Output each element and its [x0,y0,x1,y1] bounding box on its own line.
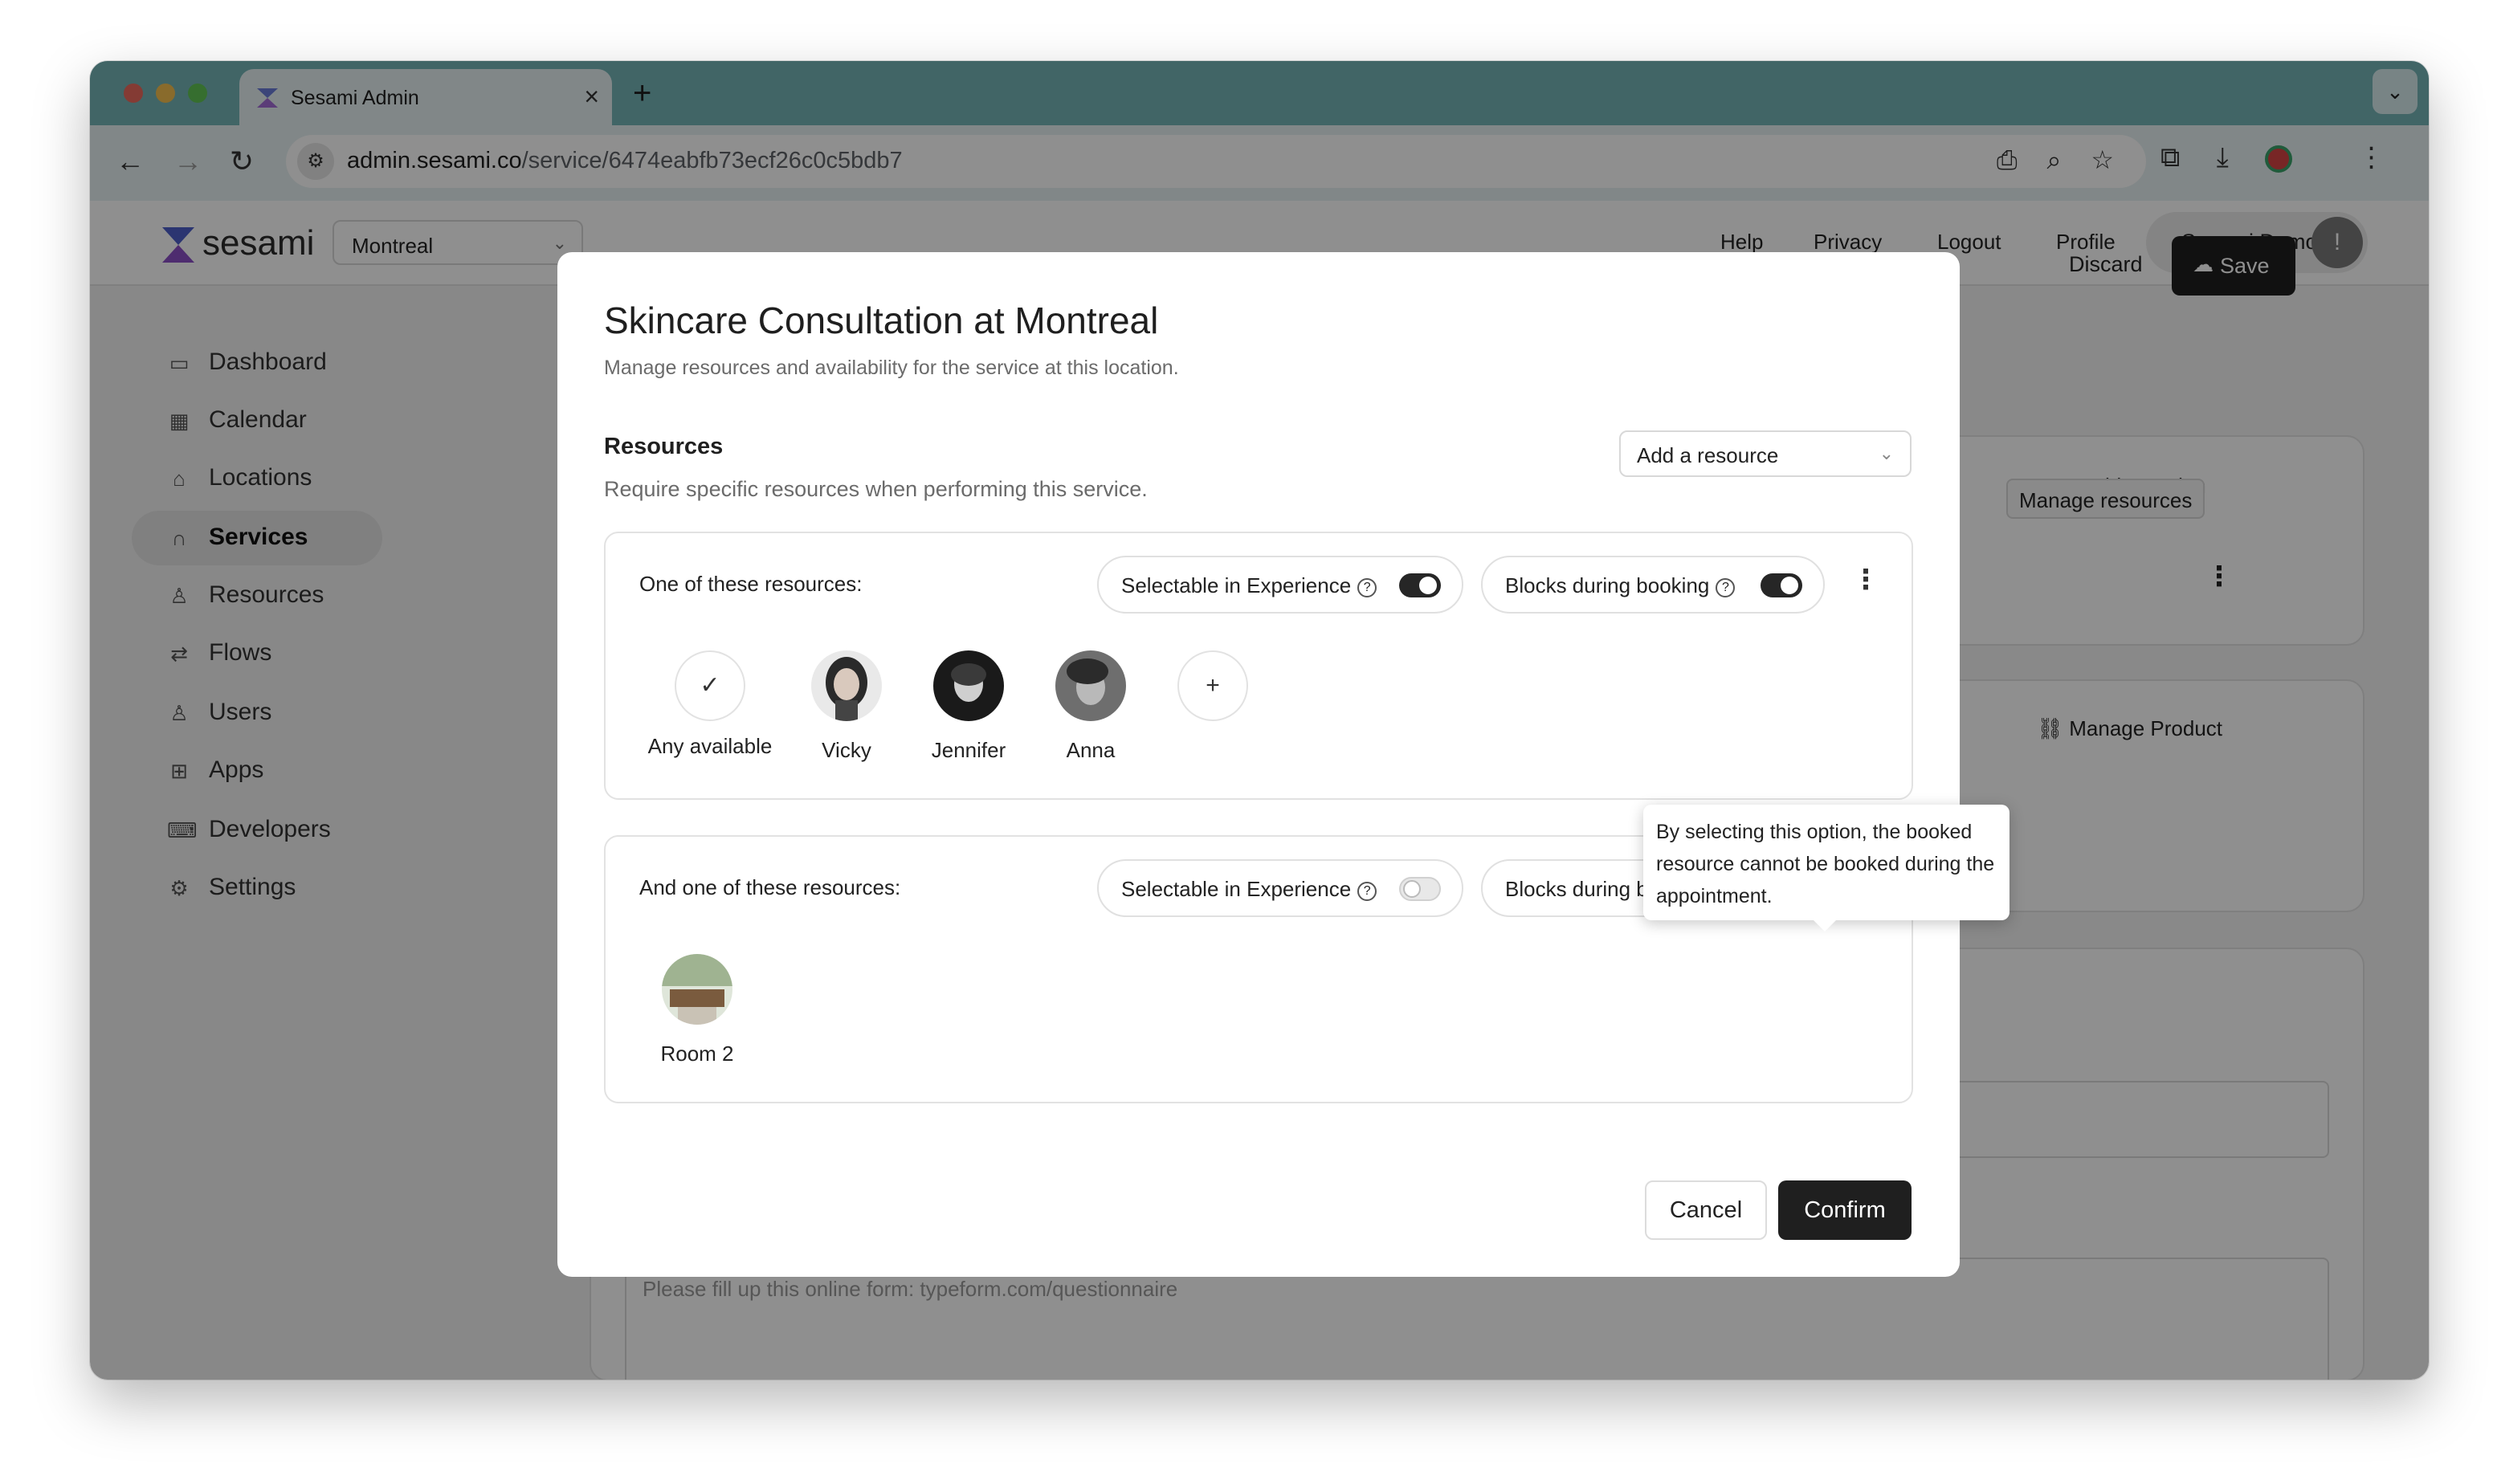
selectable-toggle[interactable] [1399,573,1441,597]
avatar [1055,650,1126,721]
selectable-label: Selectable in Experience [1121,573,1352,597]
help-circle-icon[interactable]: ? [1357,882,1377,901]
resource-any-available[interactable]: ✓ Any available [646,650,774,759]
chevron-down-icon: ⌄ [1879,443,1894,463]
help-circle-icon[interactable]: ? [1716,578,1736,597]
resources-description: Require specific resources when performi… [604,477,1148,501]
resource-anna[interactable]: Anna [1026,650,1155,763]
avatar [933,650,1004,721]
modal-subtitle: Manage resources and availability for th… [604,357,1179,379]
help-circle-icon[interactable]: ? [1357,578,1377,597]
resource-vicky[interactable]: Vicky [782,650,911,763]
blocks-toggle[interactable] [1761,573,1802,597]
confirm-button[interactable]: Confirm [1778,1180,1912,1240]
avatar [662,954,732,1025]
avatar [811,650,882,721]
plus-icon: + [1177,650,1248,721]
add-resource-to-group-button[interactable]: + [1149,650,1277,721]
resource-name: Vicky [822,738,871,762]
blocks-during-booking-control: Blocks during booking? [1481,556,1825,614]
resource-name: Room 2 [660,1042,734,1066]
selectable-in-experience-control: Selectable in Experience? [1097,556,1463,614]
selectable-label: Selectable in Experience [1121,877,1352,901]
resources-modal: Skincare Consultation at Montreal Manage… [557,252,1960,1277]
resource-room-2[interactable]: Room 2 [633,954,761,1066]
resource-name: Jennifer [931,738,1006,762]
resource-group: One of these resources: Selectable in Ex… [604,532,1913,800]
group-menu-icon[interactable]: ⋮ [1852,564,1879,596]
blocks-label: Blocks during booking [1505,573,1710,597]
resources-heading: Resources [604,434,724,459]
modal-title: Skincare Consultation at Montreal [604,300,1159,341]
selectable-toggle[interactable] [1399,877,1441,901]
resource-name: Anna [1066,738,1116,762]
selectable-in-experience-control: Selectable in Experience? [1097,859,1463,917]
resource-group-label: One of these resources: [639,572,863,596]
blocks-during-booking-tooltip: By selecting this option, the booked res… [1643,805,2009,932]
cancel-button[interactable]: Cancel [1645,1180,1767,1240]
resource-name: Any available [647,734,773,758]
add-resource-select[interactable]: Add a resource ⌄ [1619,430,1912,477]
resource-jennifer[interactable]: Jennifer [904,650,1033,763]
check-icon: ✓ [675,650,745,721]
browser-window: Sesami Admin × + ⌄ ← → ↻ ⚙ admin.sesami.… [90,61,2429,1380]
resource-group-label: And one of these resources: [639,875,901,899]
